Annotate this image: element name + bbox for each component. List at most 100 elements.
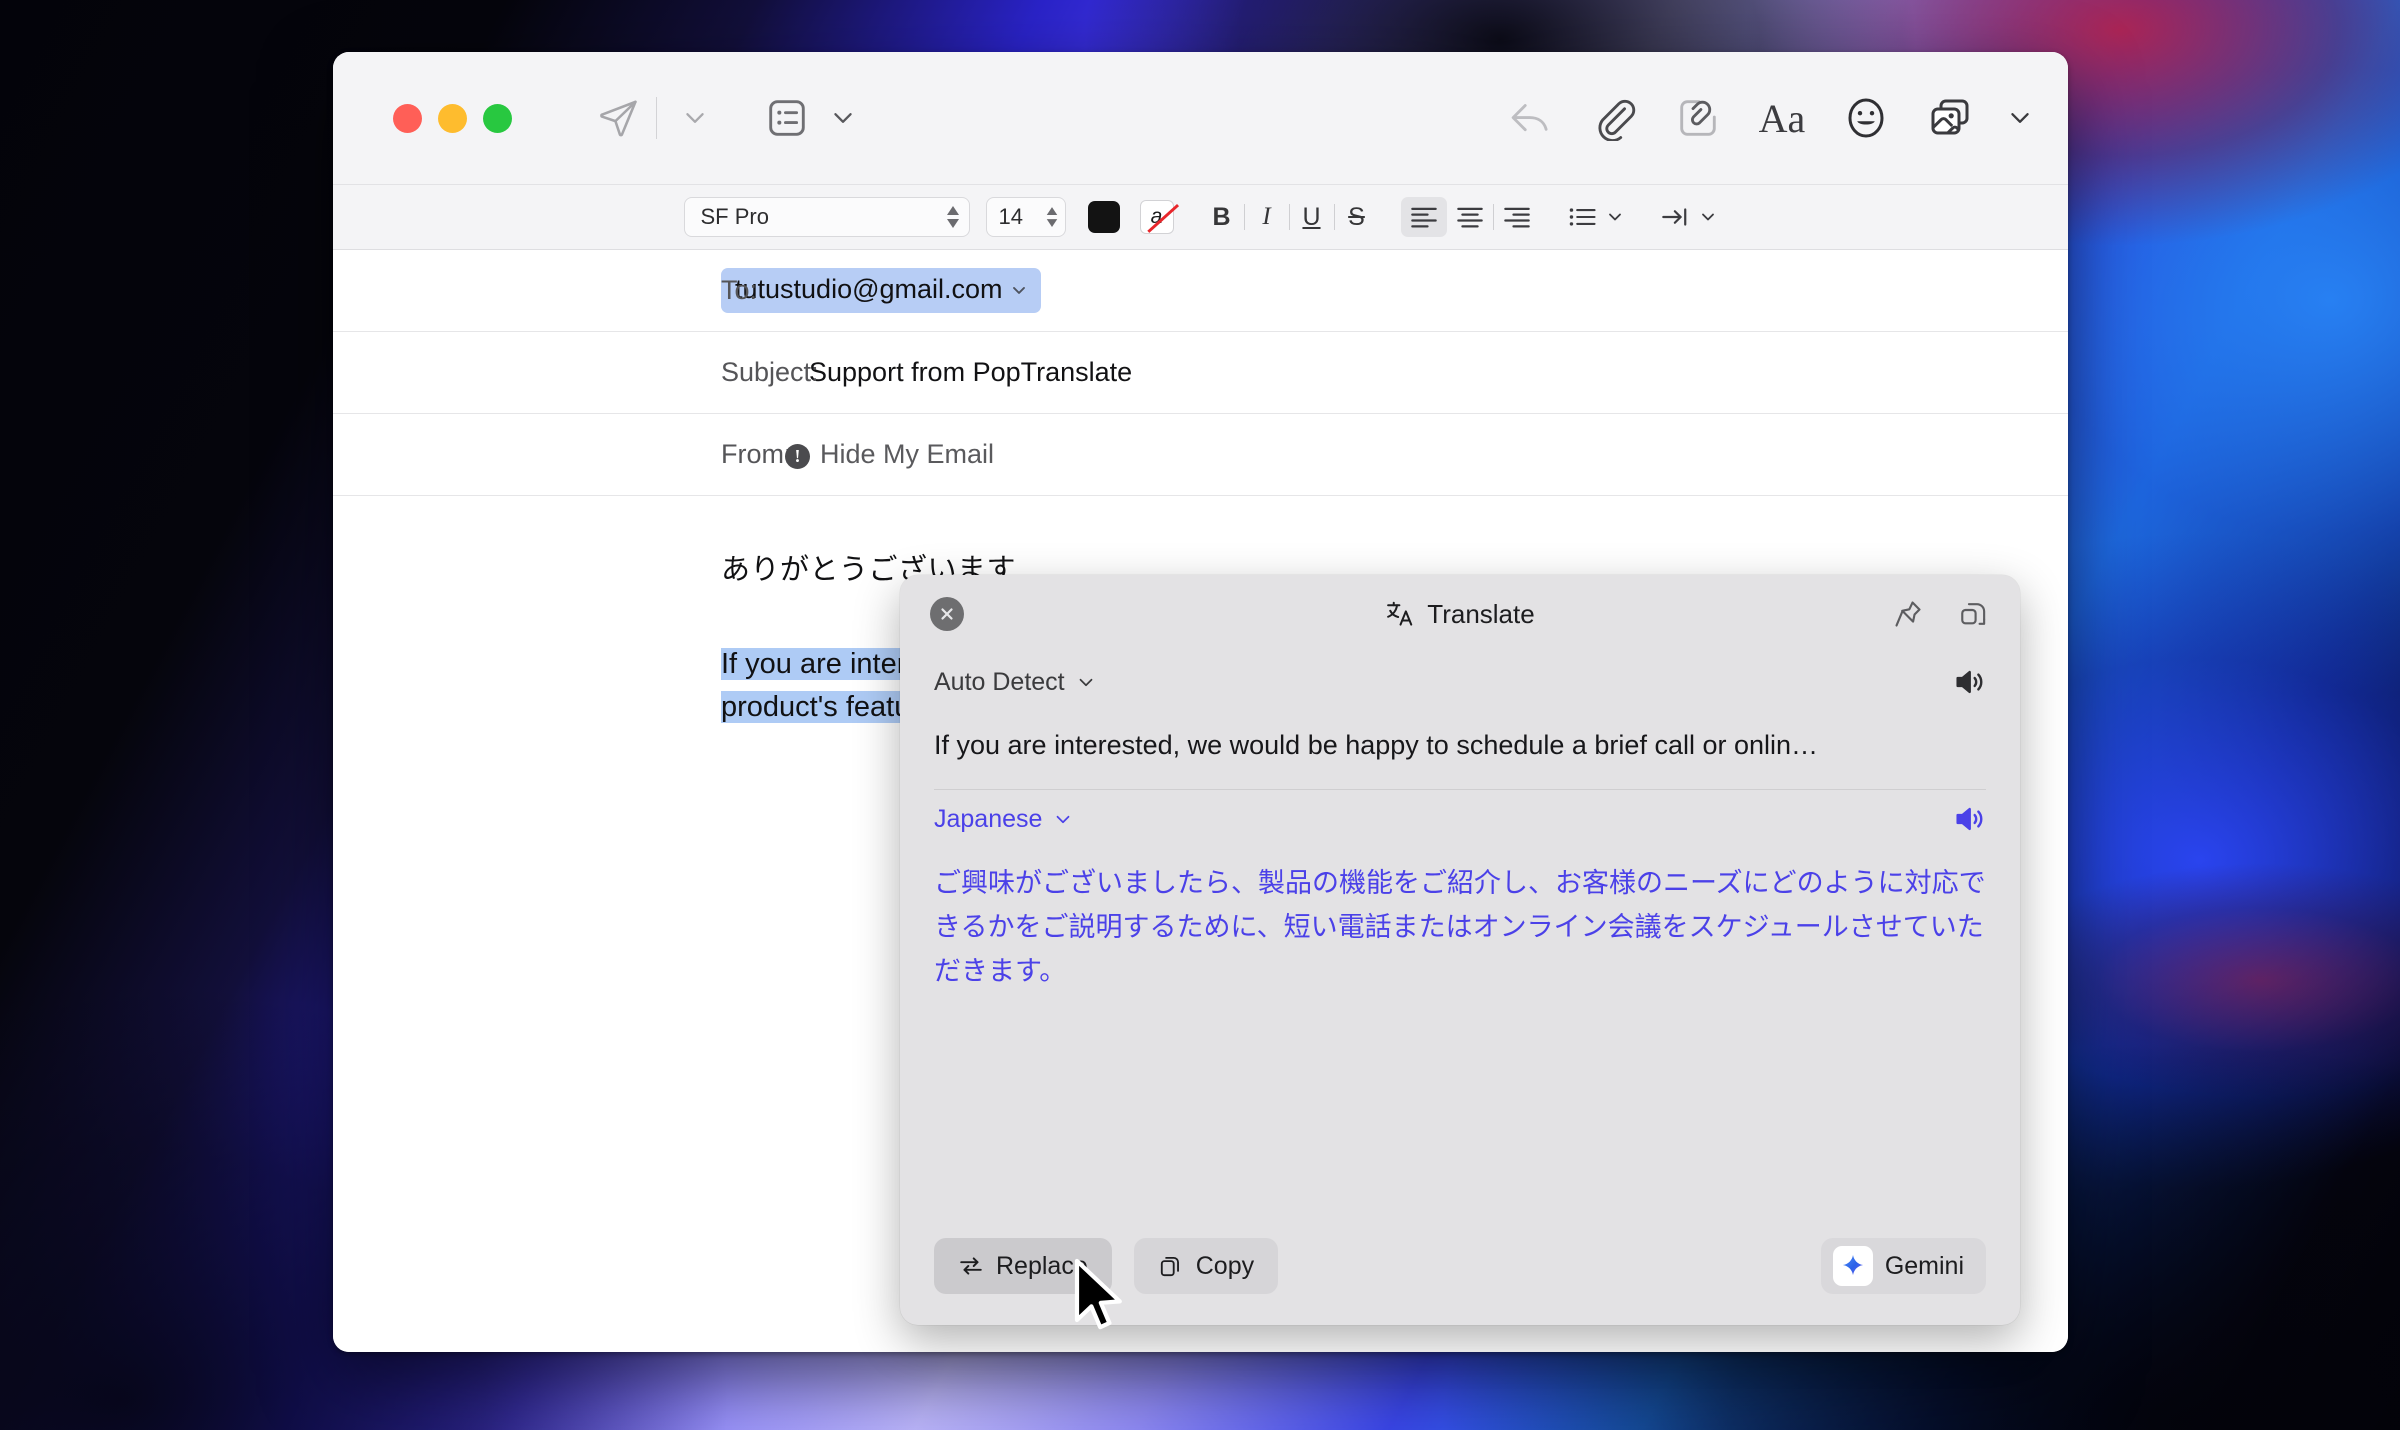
detach-window-button[interactable] — [1958, 598, 1990, 630]
indent-menu-button[interactable] — [1661, 205, 1718, 229]
photos-button[interactable] — [1922, 86, 1978, 150]
stationery-button[interactable] — [759, 86, 815, 150]
font-family-select[interactable]: SF Pro — [683, 197, 970, 237]
gemini-button[interactable]: Gemini — [1820, 1238, 1986, 1294]
copy-button[interactable]: Copy — [1133, 1238, 1279, 1294]
stationery-icon — [764, 95, 810, 141]
speaker-icon — [1952, 802, 1986, 836]
send-options-button[interactable] — [667, 86, 723, 150]
strikethrough-button[interactable]: S — [1335, 197, 1379, 237]
window-titlebar: Aa — [333, 52, 2068, 184]
source-language-value: Auto Detect — [934, 667, 1065, 696]
copy-icon — [1158, 1253, 1184, 1279]
chevron-down-icon — [2007, 105, 2033, 131]
font-family-value: SF Pro — [700, 204, 769, 229]
pin-button[interactable] — [1892, 598, 1924, 630]
recipient-address: tutustudio@gmail.com — [735, 274, 1003, 304]
italic-button[interactable]: I — [1245, 197, 1289, 237]
minimize-window-button[interactable] — [438, 103, 467, 133]
photos-options-button[interactable] — [2006, 86, 2034, 150]
traffic-light-buttons — [393, 103, 512, 133]
translate-icon — [1385, 599, 1415, 629]
popup-title: Translate — [1427, 598, 1535, 629]
chevron-down-icon — [1009, 280, 1029, 300]
popup-header-actions — [1892, 598, 1990, 630]
popup-title-group: Translate — [900, 575, 2020, 653]
from-value-group: ! Hide My Email — [785, 439, 994, 470]
compose-header-fields: To: tutustudio@gmail.com Subject: Suppor… — [333, 250, 2068, 496]
to-field-row[interactable]: To: tutustudio@gmail.com — [333, 250, 2068, 332]
translate-popup: Translate Auto Detect If you are interes… — [900, 575, 2020, 1325]
from-value: Hide My Email — [820, 439, 995, 469]
close-popup-button[interactable] — [930, 597, 964, 631]
list-menu-button[interactable] — [1568, 206, 1625, 228]
font-size-value: 14 — [998, 204, 1023, 229]
stationery-options-button[interactable] — [815, 86, 871, 150]
send-button[interactable] — [590, 86, 646, 150]
source-language-row: Auto Detect — [934, 653, 1986, 711]
align-left-button[interactable] — [1400, 197, 1447, 237]
target-language-row: Japanese — [934, 790, 1986, 848]
align-left-icon — [1410, 206, 1438, 228]
bold-button[interactable]: B — [1200, 197, 1244, 237]
align-right-icon — [1503, 206, 1531, 228]
detach-window-icon — [1958, 598, 1990, 630]
indent-icon — [1661, 205, 1691, 229]
toolbar-left-group — [590, 86, 871, 150]
chevron-down-icon — [1052, 808, 1074, 830]
close-window-button[interactable] — [393, 103, 422, 133]
from-field-row[interactable]: From: ! Hide My Email — [333, 414, 2068, 496]
emoji-icon — [1842, 94, 1890, 142]
text-color-swatch[interactable] — [1087, 201, 1120, 233]
photos-icon — [1926, 94, 1974, 142]
chevron-down-icon — [830, 105, 856, 131]
align-center-button[interactable] — [1447, 197, 1493, 237]
alignment-group — [1400, 197, 1540, 237]
remove-highlight-button[interactable]: a — [1139, 200, 1179, 234]
gemini-sparkle-icon — [1832, 1246, 1873, 1286]
subject-value: Support from PopTranslate — [809, 357, 1133, 387]
format-toolbar: SF Pro 14 a B I U S — [333, 184, 2068, 250]
chevron-down-icon — [1698, 207, 1718, 227]
align-right-button[interactable] — [1494, 197, 1540, 237]
markup-button[interactable] — [1670, 86, 1726, 150]
format-button[interactable]: Aa — [1754, 86, 1810, 150]
subject-label: Subject: — [721, 357, 819, 387]
stepper-icon — [1045, 206, 1059, 228]
reply-button[interactable] — [1502, 86, 1558, 150]
font-size-select[interactable]: 14 — [985, 197, 1066, 237]
chevron-down-icon — [682, 105, 708, 131]
format-toolbar-inner: SF Pro 14 a B I U S — [683, 197, 1718, 237]
swap-arrows-icon — [958, 1253, 984, 1279]
mouse-cursor — [1073, 1258, 1129, 1334]
attachment-button[interactable] — [1586, 86, 1642, 150]
toolbar-right-group: Aa — [1502, 86, 2034, 150]
stepper-icon — [945, 205, 961, 229]
format-label: Aa — [1758, 95, 1806, 141]
toolbar-divider — [656, 97, 657, 139]
zoom-window-button[interactable] — [483, 103, 512, 133]
source-language-select[interactable]: Auto Detect — [934, 668, 1097, 697]
text-style-group: B I U S — [1200, 197, 1379, 237]
target-pane: Japanese ご興味がございましたら、製品の機能をご紹介し、お客様のニーズに… — [900, 790, 2020, 993]
attachment-icon — [1591, 95, 1637, 141]
target-speak-button[interactable] — [1952, 802, 1986, 836]
source-text[interactable]: If you are interested, we would be happy… — [934, 711, 1986, 789]
reply-icon — [1507, 95, 1553, 141]
bulleted-list-icon — [1568, 206, 1598, 228]
close-icon — [938, 605, 956, 623]
translate-popup-header: Translate — [900, 575, 2020, 653]
target-language-select[interactable]: Japanese — [934, 805, 1074, 834]
to-label: To: — [721, 275, 758, 305]
info-icon: ! — [785, 444, 810, 469]
target-text[interactable]: ご興味がございましたら、製品の機能をご紹介し、お客様のニーズにどのように対応でき… — [934, 848, 1986, 993]
target-language-value: Japanese — [934, 804, 1043, 833]
chevron-down-icon — [1605, 207, 1625, 227]
desktop-wallpaper: Aa SF Pro 14 a B I U S To: tutustudio@gm… — [0, 0, 2400, 1430]
from-label: From: — [721, 439, 792, 469]
underline-button[interactable]: U — [1290, 197, 1334, 237]
subject-field-row[interactable]: Subject: Support from PopTranslate — [333, 332, 2068, 414]
recipient-token[interactable]: tutustudio@gmail.com — [721, 268, 1041, 313]
emoji-button[interactable] — [1838, 86, 1894, 150]
source-speak-button[interactable] — [1952, 665, 1986, 699]
